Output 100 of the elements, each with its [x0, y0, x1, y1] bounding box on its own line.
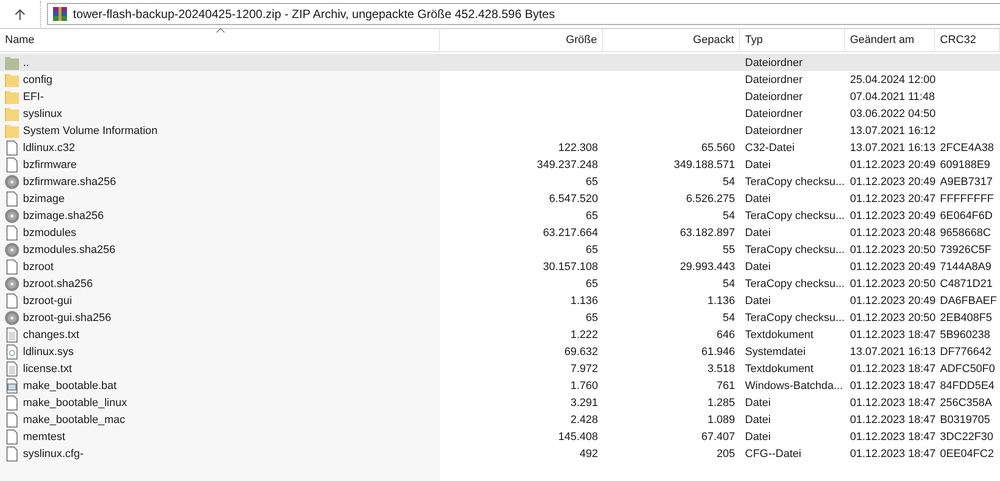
file-row[interactable]: System Volume Information Dateiordner 13.07.2021 16:12 [0, 122, 1000, 139]
table-cell: 55 [722, 244, 735, 256]
file-row[interactable]: EFI- Dateiordner 07.04.2021 11:48 [0, 88, 1000, 105]
file-row[interactable]: syslinux.cfg- 492 205 CFG--Datei 01.12.2023 18:47 0EE04FC2 [0, 445, 1000, 462]
file-name: System Volume Information [23, 124, 158, 136]
file-row[interactable]: ldlinux.c32 122.308 65.560 C32-Datei 13.07.2021 16:13 2FCE4A38 [0, 139, 1000, 156]
column-header[interactable]: Gepackt [693, 34, 734, 46]
table-cell: 492 [580, 448, 598, 460]
batch-file-icon [4, 378, 20, 394]
file-row[interactable]: bzroot.sha256 65 54 TeraCopy checksu... 01.12.2023 20:50 C4871D21 [0, 275, 1000, 292]
table-cell: 65 [586, 278, 598, 290]
table-cell: 145.408 [558, 430, 598, 442]
file-row[interactable]: bzroot 30.157.108 29.993.443 Datei 01.12.2023 20:49 7144A8A9 [0, 258, 1000, 275]
file-name: EFI- [23, 90, 44, 102]
disc-icon [4, 242, 20, 258]
table-cell: 73926C5F [940, 244, 992, 256]
table-cell: 30.157.108 [542, 260, 598, 272]
file-name: memtest [23, 430, 66, 442]
file-icon [4, 190, 20, 206]
table-cell: Textdokument [745, 328, 814, 340]
file-name: bzimage [23, 192, 65, 204]
archive-icon [52, 6, 68, 22]
table-cell: Datei [745, 226, 771, 238]
table-cell: DF776642 [940, 346, 992, 358]
table-cell: 01.12.2023 18:47 [850, 396, 936, 408]
table-cell: 205 [716, 448, 735, 460]
path-field[interactable]: tower-flash-backup-20240425-1200.zip - ZIP Archiv, ungepackte Größe 452.428.596 Bytes [47, 3, 1000, 25]
table-cell: 01.12.2023 18:47 [850, 328, 936, 340]
table-cell: CFG--Datei [745, 448, 802, 460]
file-row[interactable]: make_bootable_mac 2.428 1.089 Datei 01.12.2023 18:47 B0319705 [0, 411, 1000, 428]
table-cell: 3.518 [707, 362, 735, 374]
table-cell: 0EE04FC2 [940, 448, 994, 460]
table-cell: 65 [586, 210, 598, 222]
table-cell: 69.632 [564, 346, 598, 358]
table-cell: DA6FBAEF [940, 294, 997, 306]
table-cell: 01.12.2023 20:49 [850, 176, 936, 188]
column-header[interactable]: Name [5, 34, 34, 46]
file-row[interactable]: make_bootable.bat 1.760 761 Windows-Batchda... 01.12.2023 18:47 84FDD5E4 [0, 377, 1000, 394]
table-cell: Dateiordner [745, 108, 802, 120]
table-cell: 7144A8A9 [940, 260, 992, 272]
file-name: .. [23, 56, 30, 68]
file-row[interactable]: .. Dateiordner [0, 54, 1000, 71]
table-cell: 2.428 [570, 414, 598, 426]
file-row[interactable]: memtest 145.408 67.407 Datei 01.12.2023 18:47 3DC22F30 [0, 428, 1000, 445]
file-row[interactable]: ldlinux.sys 69.632 61.946 Systemdatei 13.07.2021 16:13 DF776642 [0, 343, 1000, 360]
file-row[interactable]: bzfirmware 349.237.248 349.188.571 Datei 01.12.2023 20:49 609188E9 [0, 156, 1000, 173]
table-cell: 13.07.2021 16:12 [850, 124, 936, 136]
file-name: syslinux.cfg- [23, 448, 84, 460]
table-cell: FFFFFFFF [940, 192, 994, 204]
disc-icon [4, 276, 20, 292]
up-arrow-icon [14, 8, 26, 20]
file-row[interactable]: changes.txt 1.222 646 Textdokument 01.12.2023 18:47 5B960238 [0, 326, 1000, 343]
disc-icon [4, 174, 20, 190]
table-cell: 01.12.2023 18:47 [850, 448, 936, 460]
table-cell: 01.12.2023 20:49 [850, 294, 936, 306]
file-row[interactable]: bzmodules 63.217.664 63.182.897 Datei 01.12.2023 20:48 9658668C [0, 224, 1000, 241]
table-cell: 5B960238 [940, 328, 990, 340]
file-row[interactable]: license.txt 7.972 3.518 Textdokument 01.12.2023 18:47 ADFC50F0 [0, 360, 1000, 377]
file-row[interactable]: bzimage.sha256 65 54 TeraCopy checksu... 01.12.2023 20:49 6E064F6D [0, 207, 1000, 224]
file-name: bzmodules.sha256 [23, 244, 116, 256]
column-header[interactable]: Größe [566, 34, 597, 46]
table-cell: 54 [722, 278, 735, 290]
file-row[interactable]: bzfirmware.sha256 65 54 TeraCopy checksu... 01.12.2023 20:49 A9EB7317 [0, 173, 1000, 190]
file-row[interactable]: bzimage 6.547.520 6.526.275 Datei 01.12.2023 20:47 FFFFFFFF [0, 190, 1000, 207]
file-row[interactable]: bzroot-gui 1.136 1.136 Datei 01.12.2023 20:49 DA6FBAEF [0, 292, 1000, 309]
table-cell: Textdokument [745, 362, 814, 374]
column-header[interactable]: Typ [745, 34, 763, 46]
table-cell: 63.182.897 [680, 226, 735, 238]
table-cell: 13.07.2021 16:13 [850, 142, 936, 154]
table-cell: 6.547.520 [549, 192, 598, 204]
column-header[interactable]: CRC32 [940, 34, 976, 46]
table-cell: 65.560 [701, 142, 735, 154]
file-row[interactable]: bzmodules.sha256 65 55 TeraCopy checksu... 01.12.2023 20:50 73926C5F [0, 241, 1000, 258]
table-cell: Datei [745, 158, 771, 170]
text-file-icon [4, 326, 20, 342]
file-row[interactable]: config Dateiordner 25.04.2024 12:00 [0, 71, 1000, 88]
file-name: syslinux [23, 108, 62, 120]
table-cell: Dateiordner [745, 56, 802, 68]
file-row[interactable]: bzroot-gui.sha256 65 54 TeraCopy checksu... 01.12.2023 20:50 2EB408F5 [0, 309, 1000, 326]
table-cell: 646 [716, 328, 735, 340]
table-cell: TeraCopy checksu... [745, 210, 845, 222]
file-icon [4, 258, 20, 274]
file-icon [4, 412, 20, 428]
file-icon [4, 224, 20, 240]
table-cell: TeraCopy checksu... [745, 312, 845, 324]
table-cell: 1.089 [707, 414, 735, 426]
table-cell: TeraCopy checksu... [745, 176, 845, 188]
table-cell: TeraCopy checksu... [745, 278, 845, 290]
file-row[interactable]: syslinux Dateiordner 03.06.2022 04:50 [0, 105, 1000, 122]
table-cell: Datei [745, 294, 771, 306]
file-row[interactable]: make_bootable_linux 3.291 1.285 Datei 01.12.2023 18:47 256C358A [0, 394, 1000, 411]
table-cell: 01.12.2023 20:49 [850, 210, 936, 222]
table-cell: Datei [745, 192, 771, 204]
table-cell: 2FCE4A38 [940, 142, 994, 154]
table-cell: A9EB7317 [940, 176, 993, 188]
table-cell: 01.12.2023 20:50 [850, 244, 936, 256]
table-cell: C4871D21 [940, 278, 993, 290]
table-cell: 1.285 [707, 396, 735, 408]
table-cell: Dateiordner [745, 90, 802, 102]
column-header[interactable]: Geändert am [850, 34, 914, 46]
